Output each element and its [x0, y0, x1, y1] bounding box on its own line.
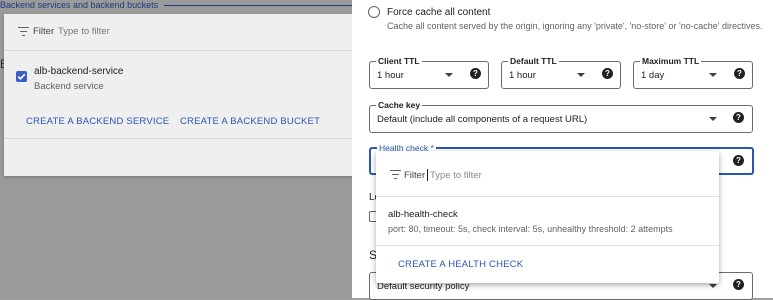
- chevron-down-icon: [577, 73, 585, 77]
- section-title-underline: [164, 5, 354, 6]
- default-ttl-select[interactable]: Default TTL 1 hour ?: [501, 56, 621, 89]
- max-ttl-label: Maximum TTL: [640, 56, 702, 66]
- max-ttl-select[interactable]: Maximum TTL 1 day ?: [633, 56, 753, 89]
- client-ttl-label: Client TTL: [376, 56, 422, 66]
- create-health-check-button[interactable]: CREATE A HEALTH CHECK: [398, 259, 523, 270]
- create-backend-service-button[interactable]: CREATE A BACKEND SERVICE: [26, 116, 169, 127]
- chevron-down-icon: [709, 284, 717, 288]
- divider: [376, 245, 719, 246]
- divider: [4, 138, 354, 139]
- section-title: Backend services and backend buckets: [0, 0, 159, 10]
- option-name: alb-health-check: [388, 209, 458, 220]
- cache-key-label: Cache key: [376, 100, 423, 110]
- backend-config-panel: Force cache all content Cache all conten…: [352, 0, 773, 300]
- client-ttl-select[interactable]: Client TTL 1 hour ?: [369, 56, 489, 89]
- check-icon: [17, 73, 26, 80]
- force-cache-description: Cache all content served by the origin, …: [387, 21, 763, 31]
- dropdown-filter-label: Filter: [404, 170, 426, 181]
- filter-input[interactable]: Type to filter: [58, 26, 110, 37]
- dropdown-filter-bar[interactable]: Filter Type to filter: [376, 151, 719, 197]
- help-icon[interactable]: ?: [734, 68, 745, 79]
- filter-icon: [18, 27, 29, 36]
- backend-service-checkbox[interactable]: [16, 71, 27, 82]
- help-icon[interactable]: ?: [733, 279, 744, 290]
- help-icon[interactable]: ?: [733, 155, 744, 166]
- filter-bar[interactable]: Filter Type to filter: [4, 14, 354, 51]
- chevron-down-icon: [445, 73, 453, 77]
- backend-service-type: Backend service: [34, 81, 104, 92]
- cache-key-select[interactable]: Cache key Default (include all component…: [369, 100, 753, 133]
- help-icon[interactable]: ?: [470, 68, 481, 79]
- backend-service-name: alb-backend-service: [34, 66, 124, 77]
- chevron-down-icon: [709, 73, 717, 77]
- filter-icon: [390, 170, 401, 179]
- client-ttl-value: 1 hour: [377, 70, 404, 81]
- chevron-down-icon: [709, 117, 717, 121]
- max-ttl-value: 1 day: [641, 70, 665, 81]
- health-check-dropdown: Filter Type to filter alb-health-check p…: [376, 151, 719, 283]
- cache-key-value: Default (include all components of a req…: [377, 114, 588, 125]
- option-description: port: 80, timeout: 5s, check interval: 5…: [388, 224, 673, 234]
- help-icon[interactable]: ?: [733, 112, 744, 123]
- help-icon[interactable]: ?: [602, 68, 613, 79]
- default-ttl-label: Default TTL: [508, 56, 559, 66]
- backend-select-panel: Filter Type to filter alb-backend-servic…: [4, 14, 354, 176]
- text-cursor: [427, 169, 428, 181]
- filter-label: Filter: [33, 26, 55, 37]
- create-backend-bucket-button[interactable]: CREATE A BACKEND BUCKET: [180, 116, 320, 127]
- dropdown-filter-input[interactable]: Type to filter: [430, 170, 482, 181]
- default-ttl-value: 1 hour: [509, 70, 536, 81]
- force-cache-radio[interactable]: [368, 6, 380, 18]
- force-cache-label: Force cache all content: [387, 7, 491, 18]
